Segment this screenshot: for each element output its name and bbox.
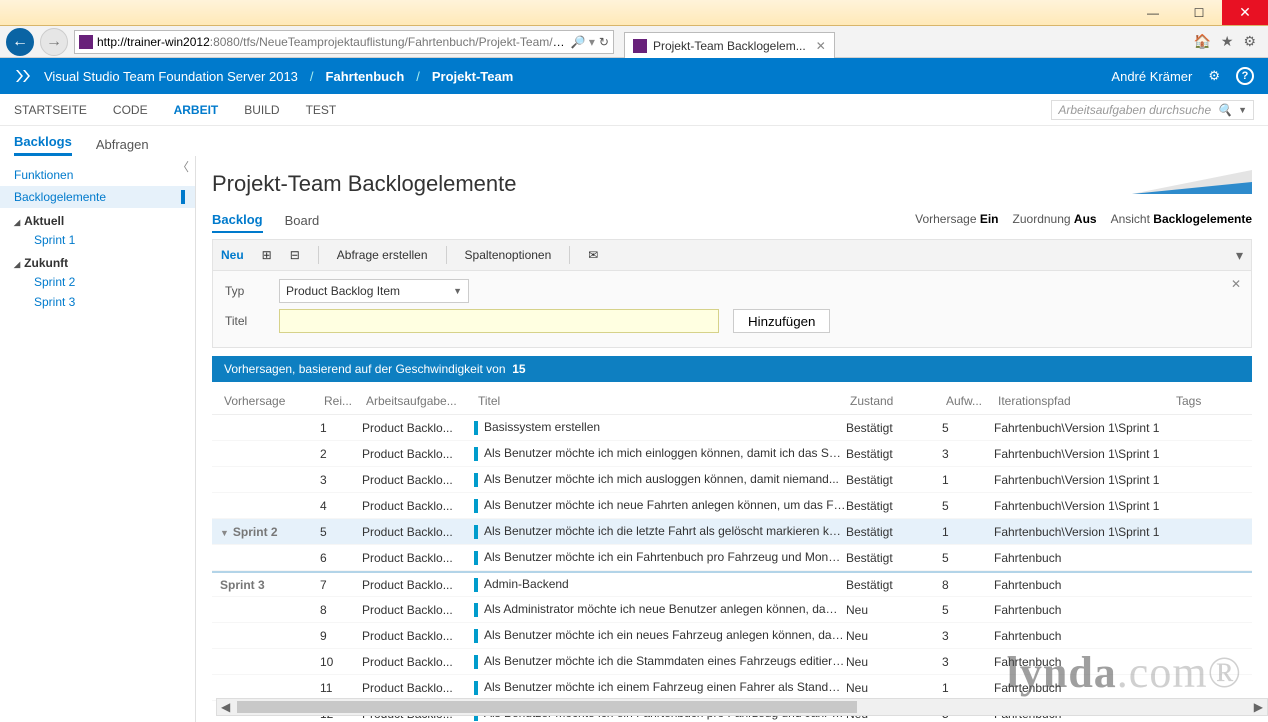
table-row[interactable]: 8Product Backlo...Als Administrator möch… (212, 597, 1252, 623)
home-icon[interactable]: 🏠 (1193, 33, 1210, 50)
quick-add-panel: ✕ Typ Product Backlog Item ▼ Titel Hinzu… (212, 271, 1252, 348)
hub-arbeit[interactable]: ARBEIT (174, 103, 219, 117)
chevron-down-icon: ▼ (453, 286, 462, 296)
create-query-button[interactable]: Abfrage erstellen (337, 248, 428, 262)
title-input[interactable] (279, 309, 719, 333)
table-row[interactable]: 3Product Backlo...Als Benutzer möchte ic… (212, 467, 1252, 493)
col-rank[interactable]: Rei... (324, 394, 366, 408)
address-bar[interactable]: http://trainer-win2012:8080/tfs/NeueTeam… (74, 30, 614, 54)
minimize-button[interactable]: — (1130, 0, 1176, 25)
subnav-backlogs[interactable]: Backlogs (14, 134, 72, 156)
hub-startseite[interactable]: STARTSEITE (14, 103, 87, 117)
horizontal-scrollbar[interactable]: ◀ ▶ (216, 698, 1268, 716)
leftnav-backlogelemente[interactable]: Backlogelemente (0, 186, 195, 208)
subnav-abfragen[interactable]: Abfragen (96, 137, 149, 156)
opt-forecast[interactable]: Vorhersage Ein (915, 212, 998, 226)
product-link[interactable]: Visual Studio Team Foundation Server 201… (44, 69, 298, 84)
refresh-icon[interactable]: ↻ (599, 35, 609, 49)
new-button[interactable]: Neu (221, 248, 244, 262)
search-placeholder: Arbeitsaufgaben durchsuche (1058, 103, 1211, 117)
table-row[interactable]: 6Product Backlo...Als Benutzer möchte ic… (212, 545, 1252, 571)
grid-header: Vorhersage Rei... Arbeitsaufgabe... Tite… (212, 388, 1252, 415)
leftnav-group-zukunft[interactable]: Zukunft (0, 250, 195, 272)
close-button[interactable]: ✕ (1222, 0, 1268, 25)
col-iteration[interactable]: Iterationspfad (998, 394, 1176, 408)
column-options-button[interactable]: Spaltenoptionen (465, 248, 552, 262)
forecast-banner: Vorhersagen, basierend auf der Geschwind… (212, 356, 1252, 382)
main-content: Projekt-Team Backlogelemente Backlog Boa… (196, 156, 1268, 722)
breadcrumb-project[interactable]: Fahrtenbuch (326, 69, 405, 84)
scroll-left-icon[interactable]: ◀ (221, 700, 230, 714)
hub-nav: STARTSEITE CODE ARBEIT BUILD TEST Arbeit… (0, 94, 1268, 126)
chevron-down-icon[interactable]: ▼ (1238, 105, 1247, 115)
col-forecast[interactable]: Vorhersage (216, 394, 324, 408)
col-type[interactable]: Arbeitsaufgabe... (366, 394, 478, 408)
leftnav-sprint-3[interactable]: Sprint 3 (0, 292, 195, 312)
col-title[interactable]: Titel (478, 394, 850, 408)
tab-close-icon[interactable]: ✕ (816, 39, 826, 53)
col-effort[interactable]: Aufw... (946, 394, 998, 408)
scrollbar-thumb[interactable] (237, 701, 857, 713)
forward-button[interactable]: → (40, 28, 68, 56)
scroll-right-icon[interactable]: ▶ (1254, 700, 1263, 714)
browser-tab[interactable]: Projekt-Team Backlogelem... ✕ (624, 32, 835, 58)
collapse-icon[interactable]: ⊟ (290, 248, 300, 262)
user-name[interactable]: André Krämer (1111, 69, 1192, 84)
table-row[interactable]: 2Product Backlo...Als Benutzer möchte ic… (212, 441, 1252, 467)
add-button[interactable]: Hinzufügen (733, 309, 830, 333)
opt-view[interactable]: Ansicht Backlogelemente (1111, 212, 1252, 226)
table-row[interactable]: 4Product Backlo...Als Benutzer möchte ic… (212, 493, 1252, 519)
maximize-button[interactable]: ☐ (1176, 0, 1222, 25)
tfs-header: Visual Studio Team Foundation Server 201… (0, 58, 1268, 94)
email-icon[interactable]: ✉ (588, 248, 598, 262)
back-button[interactable]: ← (6, 28, 34, 56)
vs-logo-icon (14, 67, 32, 85)
table-row[interactable]: ▼Sprint 25Product Backlo...Als Benutzer … (212, 519, 1252, 545)
filter-icon[interactable]: ▾ (1236, 247, 1243, 264)
tab-board[interactable]: Board (285, 213, 320, 232)
tab-title: Projekt-Team Backlogelem... (653, 39, 806, 53)
title-label: Titel (225, 314, 265, 328)
opt-mapping[interactable]: Zuordnung Aus (1013, 212, 1097, 226)
window-titlebar: — ☐ ✕ (0, 0, 1268, 26)
leftnav-sprint-1[interactable]: Sprint 1 (0, 230, 195, 250)
backlog-grid: Vorhersage Rei... Arbeitsaufgabe... Tite… (212, 388, 1252, 722)
favorites-icon[interactable]: ★ (1221, 33, 1234, 50)
sub-nav: Backlogs Abfragen (0, 126, 1268, 156)
table-row[interactable]: 10Product Backlo...Als Benutzer möchte i… (212, 649, 1252, 675)
search-dropdown-icon[interactable]: 🔎 ▾ (571, 35, 595, 49)
left-backlog-tree: 〈 Funktionen Backlogelemente Aktuell Spr… (0, 156, 196, 722)
vs-favicon-icon (633, 39, 647, 53)
hub-test[interactable]: TEST (306, 103, 337, 117)
page-title: Projekt-Team Backlogelemente (212, 171, 516, 197)
vs-favicon-icon (79, 35, 93, 49)
table-row[interactable]: 9Product Backlo...Als Benutzer möchte ic… (212, 623, 1252, 649)
breadcrumb-team[interactable]: Projekt-Team (432, 69, 513, 84)
leftnav-funktionen[interactable]: Funktionen (0, 164, 195, 186)
leftnav-sprint-2[interactable]: Sprint 2 (0, 272, 195, 292)
type-select[interactable]: Product Backlog Item ▼ (279, 279, 469, 303)
browser-toolbar: ← → http://trainer-win2012:8080/tfs/Neue… (0, 26, 1268, 58)
leftnav-group-aktuell[interactable]: Aktuell (0, 208, 195, 230)
table-row[interactable]: 1Product Backlo...Basissystem erstellenB… (212, 415, 1252, 441)
type-label: Typ (225, 284, 265, 298)
search-icon: 🔍 (1217, 103, 1232, 117)
hub-code[interactable]: CODE (113, 103, 148, 117)
hub-build[interactable]: BUILD (244, 103, 279, 117)
tab-backlog[interactable]: Backlog (212, 212, 263, 233)
col-tags[interactable]: Tags (1176, 394, 1226, 408)
settings-icon[interactable]: ⚙ (1208, 68, 1220, 84)
close-quickadd-icon[interactable]: ✕ (1231, 277, 1241, 291)
expand-icon[interactable]: ⊞ (262, 248, 272, 262)
help-icon[interactable]: ? (1236, 67, 1254, 85)
velocity-chart[interactable] (1132, 166, 1252, 202)
backlog-toolbar: Neu ⊞ ⊟ Abfrage erstellen Spaltenoptione… (212, 239, 1252, 271)
col-state[interactable]: Zustand (850, 394, 946, 408)
url-text: http://trainer-win2012:8080/tfs/NeueTeam… (97, 35, 567, 49)
tools-icon[interactable]: ⚙ (1243, 33, 1256, 50)
table-row[interactable]: Sprint 37Product Backlo...Admin-BackendB… (212, 571, 1252, 597)
work-item-search[interactable]: Arbeitsaufgaben durchsuche 🔍 ▼ (1051, 100, 1254, 120)
